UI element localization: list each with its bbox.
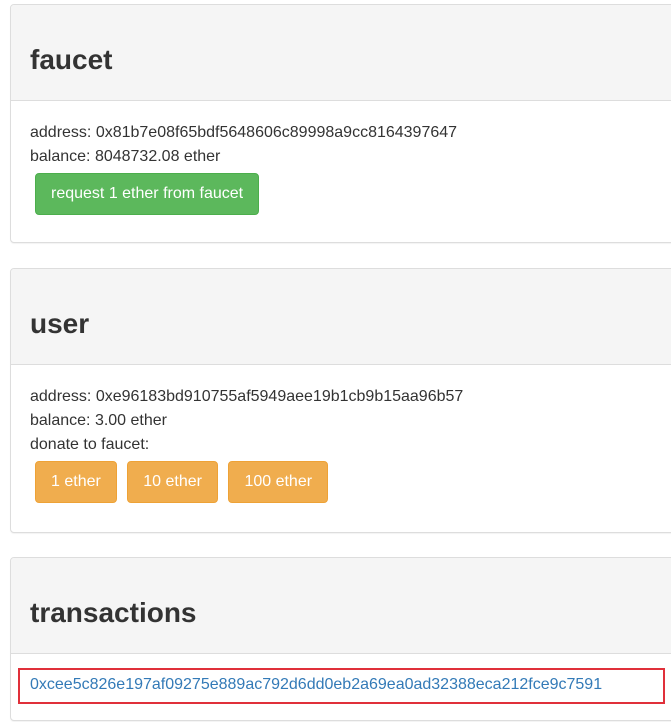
- transactions-panel-heading: transactions: [11, 558, 671, 654]
- donate-1-ether-button[interactable]: 1 ether: [35, 461, 117, 503]
- transaction-hash-link[interactable]: 0xcee5c826e197af09275e889ac792d6dd0eb2a6…: [30, 676, 602, 694]
- faucet-balance: balance: 8048732.08 ether: [30, 148, 221, 165]
- faucet-panel-body: address: 0x81b7e08f65bdf5648606c89998a9c…: [11, 101, 671, 215]
- faucet-panel: faucet address: 0x81b7e08f65bdf5648606c8…: [10, 4, 671, 243]
- user-panel-body: address: 0xe96183bd910755af5949aee19b1cb…: [11, 365, 671, 503]
- transaction-highlight: 0xcee5c826e197af09275e889ac792d6dd0eb2a6…: [18, 668, 665, 704]
- user-panel: user address: 0xe96183bd910755af5949aee1…: [10, 268, 671, 533]
- faucet-address: address: 0x81b7e08f65bdf5648606c89998a9c…: [30, 124, 458, 141]
- user-panel-heading: user: [11, 269, 671, 365]
- faucet-actions: request 1 ether from faucet: [35, 173, 667, 215]
- transactions-panel-title: transactions: [30, 597, 197, 628]
- donate-label: donate to faucet:: [30, 436, 150, 453]
- user-address: address: 0xe96183bd910755af5949aee19b1cb…: [30, 388, 464, 405]
- user-balance: balance: 3.00 ether: [30, 412, 167, 429]
- donate-actions: 1 ether 10 ether 100 ether: [35, 461, 667, 503]
- faucet-panel-title: faucet: [30, 44, 113, 75]
- donate-10-ether-button[interactable]: 10 ether: [127, 461, 218, 503]
- donate-100-ether-button[interactable]: 100 ether: [228, 461, 329, 503]
- faucet-panel-heading: faucet: [11, 5, 671, 101]
- request-ether-button[interactable]: request 1 ether from faucet: [35, 173, 260, 215]
- user-panel-title: user: [30, 308, 90, 339]
